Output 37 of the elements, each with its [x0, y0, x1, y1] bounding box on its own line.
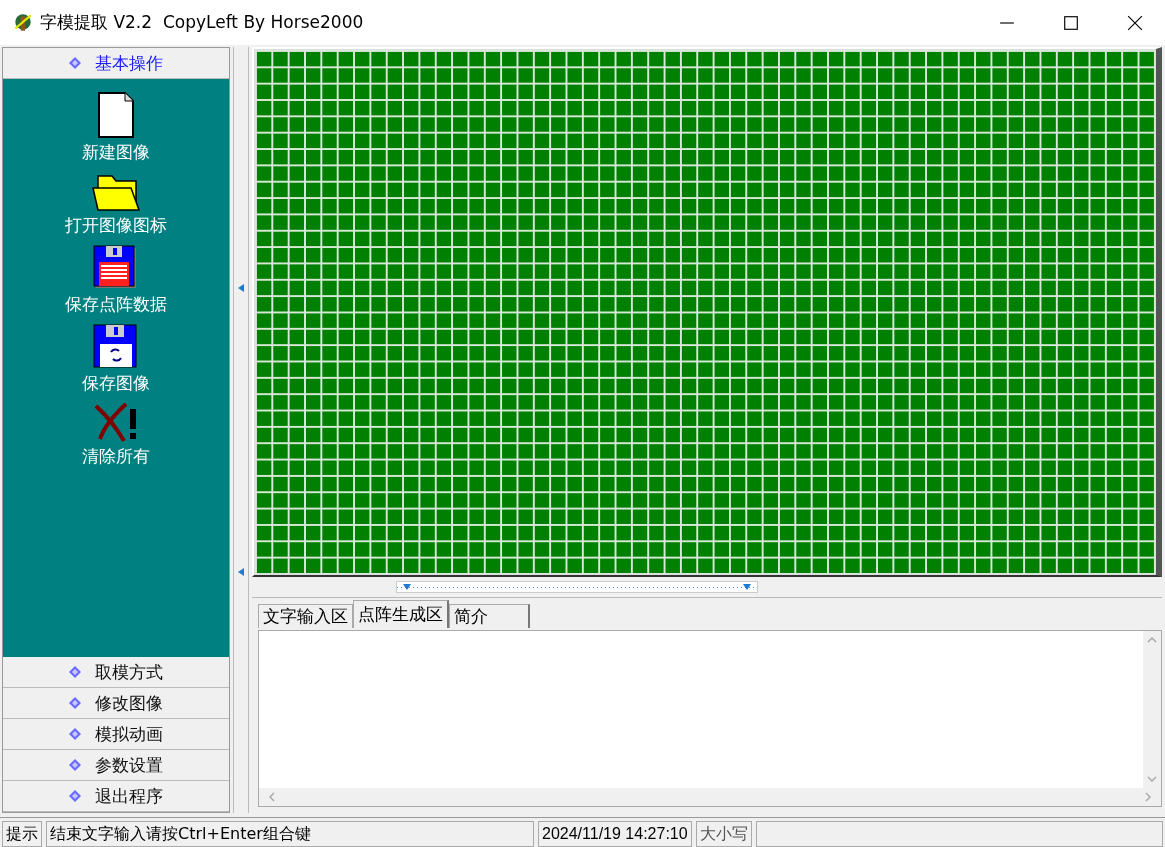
up-chevron-icon	[1147, 637, 1157, 643]
diamond-icon	[69, 728, 81, 740]
splitter-handle[interactable]	[396, 581, 758, 593]
app-icon	[12, 11, 34, 34]
diamond-icon	[69, 759, 81, 771]
splitter-handle[interactable]	[233, 47, 249, 813]
down-chevron-icon	[1147, 776, 1157, 782]
window-title: 字模提取 V2.2 CopyLeft By Horse2000	[40, 11, 364, 34]
diamond-icon	[69, 57, 81, 69]
tool-button[interactable]: 打开图像图标	[65, 172, 167, 237]
diamond-icon	[69, 790, 81, 802]
caps-indicator: 大小写	[695, 821, 752, 847]
left-chevron-icon	[269, 792, 275, 802]
tool-button[interactable]: 保存图像	[82, 324, 150, 395]
left-arrow-icon	[238, 568, 244, 576]
folder-icon	[92, 172, 140, 212]
diamond-icon	[69, 697, 81, 709]
tab[interactable]: 点阵生成区	[353, 600, 449, 628]
tool-button[interactable]: 清除所有	[82, 403, 150, 468]
tool-button[interactable]: 新建图像	[82, 91, 150, 164]
blank-page-icon	[97, 91, 135, 139]
diamond-icon	[69, 666, 81, 678]
status-message: 结束文字输入请按Ctrl+Enter组合键	[46, 821, 534, 847]
vertical-scrollbar[interactable]	[1143, 631, 1161, 788]
left-arrow-icon	[238, 284, 244, 292]
close-icon[interactable]	[1127, 14, 1143, 31]
maximize-icon[interactable]	[1063, 14, 1079, 31]
tab[interactable]: 文字输入区	[258, 604, 353, 628]
tool-button[interactable]: 保存点阵数据	[65, 245, 167, 316]
pixel-grid[interactable]	[255, 50, 1155, 574]
horizontal-scrollbar[interactable]	[259, 788, 1161, 806]
down-arrow-icon	[743, 584, 751, 590]
down-arrow-icon	[403, 584, 411, 590]
status-datetime: 2024/11/19 14:27:10	[538, 821, 692, 847]
status-label: 提示	[2, 821, 42, 847]
tab[interactable]: 简介	[449, 604, 530, 628]
right-chevron-icon	[1145, 792, 1151, 802]
